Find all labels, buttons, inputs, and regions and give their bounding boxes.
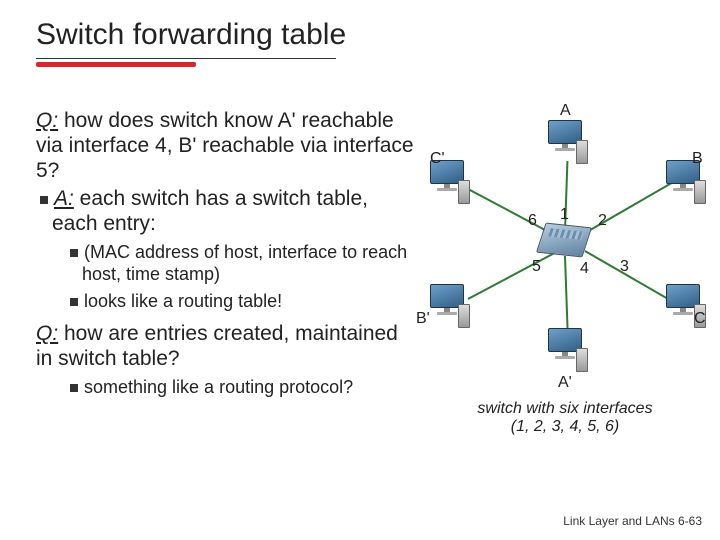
answer-1: A: each switch has a switch table, each … [36,186,416,236]
host-a-prime [542,328,588,372]
label-a-prime: A' [558,374,572,392]
port-5: 5 [532,258,541,276]
port-6: 6 [528,212,537,230]
sub1-text: (MAC address of host, interface to reach… [82,242,407,284]
bullet-icon [70,384,78,392]
host-b-prime [424,284,470,328]
sub-bullet-1: (MAC address of host, interface to reach… [36,242,416,285]
label-c: C [694,310,706,328]
q2-body: how are entries created, maintained in s… [36,322,398,370]
page-title: Switch forwarding table [0,0,720,52]
title-underline [36,58,336,64]
bullet-icon [70,298,78,306]
port-1: 1 [560,206,569,224]
network-diagram: A B C A' B' C' 1 2 3 4 5 6 switch with s… [420,120,710,420]
port-2: 2 [598,212,607,230]
label-b: B [692,150,703,168]
sub3-text: something like a routing protocol? [84,377,353,397]
wire [564,256,569,336]
label-a: A [560,102,571,120]
slide-footer: Link Layer and LANs 6-63 [563,514,702,528]
host-a [542,120,588,164]
sub-bullet-2: looks like a routing table! [36,291,416,313]
sub2-text: looks like a routing table! [84,291,282,311]
switch-icon [536,222,592,257]
wire [468,251,557,300]
port-3: 3 [620,258,629,276]
caption-line-2: (1, 2, 3, 4, 5, 6) [420,418,710,436]
bullet-icon [70,249,78,257]
port-4: 4 [580,260,589,278]
label-c-prime: C' [430,150,445,168]
question-2: Q: how are entries created, maintained i… [36,321,416,371]
sub-bullet-3: something like a routing protocol? [36,377,416,399]
bullet-icon [40,196,48,204]
body-text: Q: how does switch know A' reachable via… [36,108,416,399]
question-1: Q: how does switch know A' reachable via… [36,108,416,184]
q-label: Q: [36,109,58,132]
label-b-prime: B' [416,310,430,328]
a-body: each switch has a switch table, each ent… [52,187,368,235]
a-label: A: [54,187,74,210]
q1-body: how does switch know A' reachable via in… [36,109,414,182]
caption-line-1: switch with six interfaces [420,400,710,418]
q-label: Q: [36,322,58,345]
diagram-caption: switch with six interfaces (1, 2, 3, 4, … [420,400,710,436]
